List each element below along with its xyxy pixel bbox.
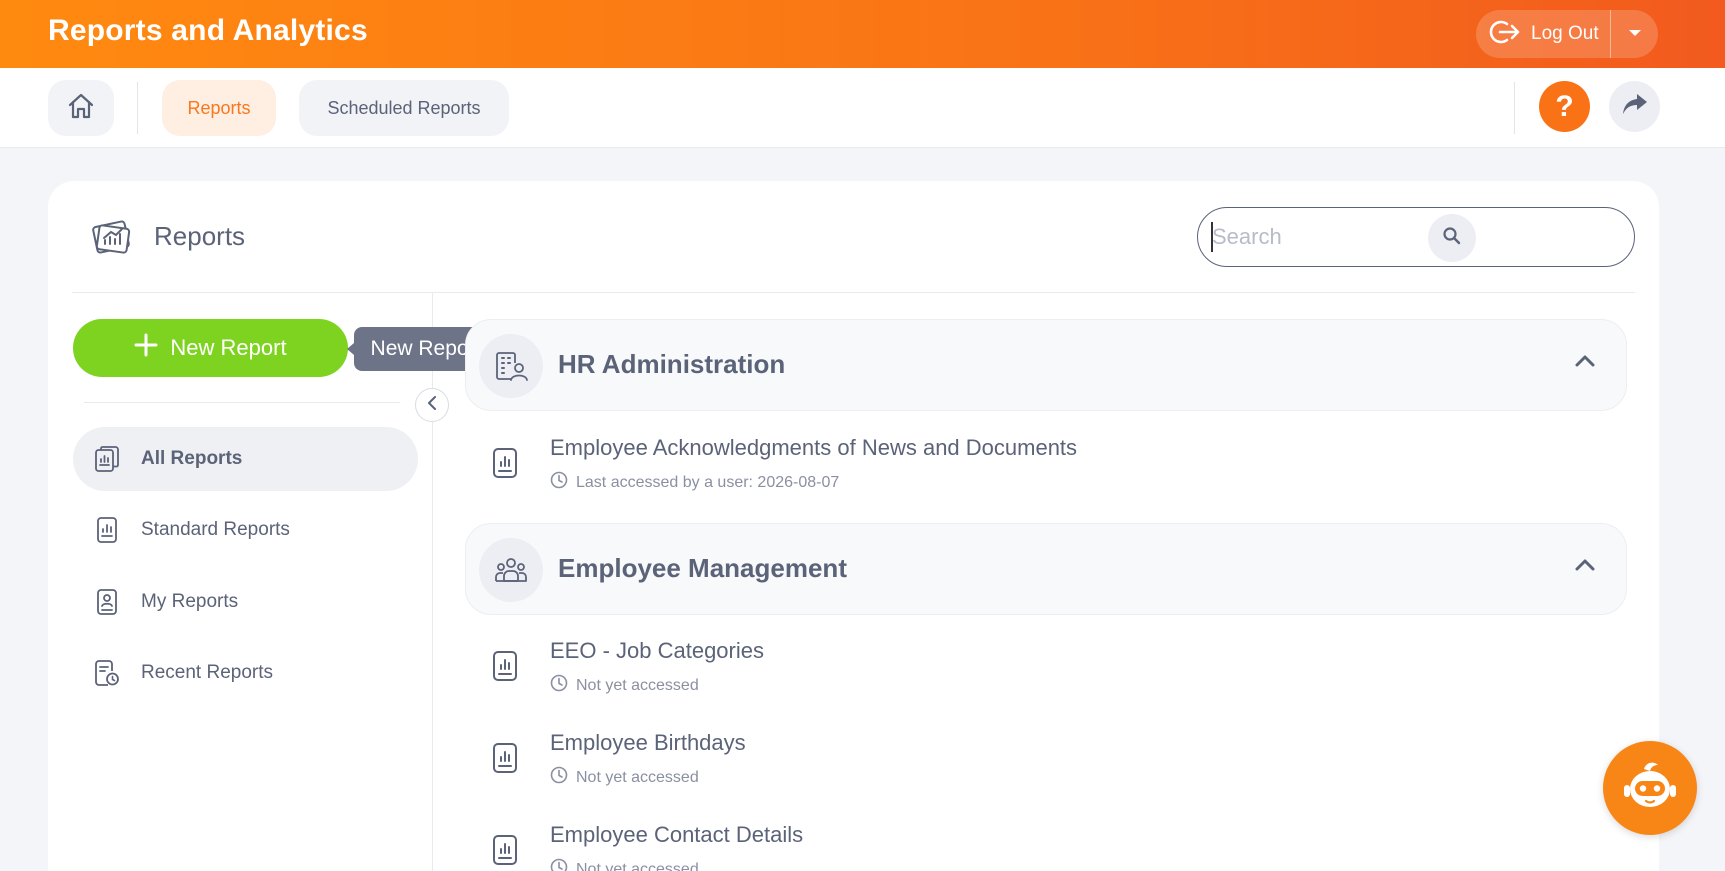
chevron-up-icon[interactable] — [1574, 558, 1596, 577]
report-name: Employee Birthdays — [550, 730, 746, 755]
assistant-bot-button[interactable] — [1603, 741, 1697, 835]
tab-scheduled-reports[interactable]: Scheduled Reports — [299, 80, 509, 136]
group-hr-administration[interactable]: HR Administration — [465, 319, 1627, 411]
logout-dropdown-toggle[interactable] — [1611, 25, 1658, 43]
text-cursor — [1211, 222, 1213, 252]
recent-reports-icon — [87, 659, 127, 687]
clock-icon — [550, 858, 568, 871]
new-report-button[interactable]: New Report — [73, 319, 348, 377]
share-button[interactable] — [1609, 81, 1660, 132]
search-input[interactable] — [1212, 220, 1562, 254]
report-document-icon — [492, 650, 518, 687]
top-bar: Reports and Analytics Log Out — [0, 0, 1725, 68]
header-divider — [72, 292, 1635, 293]
report-meta-text: Not yet accessed — [576, 860, 699, 871]
report-access-info: Not yet accessed — [550, 766, 699, 789]
report-meta-text: Not yet accessed — [576, 676, 699, 694]
new-report-label: New Report — [170, 335, 287, 360]
report-item[interactable]: Employee Birthdays Not yet accessed — [478, 730, 1578, 810]
reports-chart-icon — [90, 217, 134, 262]
my-reports-icon — [87, 588, 127, 616]
clock-icon — [550, 471, 568, 494]
report-access-info: Last accessed by a user: 2026-08-07 — [550, 471, 839, 494]
group-title: Employee Management — [558, 553, 847, 583]
standard-reports-icon — [87, 516, 127, 544]
sidebar-item-label: Recent Reports — [141, 662, 274, 683]
report-document-icon — [492, 447, 518, 484]
search-button[interactable] — [1428, 214, 1476, 262]
people-group-icon — [479, 538, 543, 602]
sidebar-item-label: Standard Reports — [141, 519, 290, 540]
report-name: EEO - Job Categories — [550, 638, 764, 663]
building-user-icon — [479, 334, 543, 398]
chevron-left-icon — [426, 395, 438, 415]
nav-divider — [137, 82, 138, 134]
report-item[interactable]: Employee Acknowledgments of News and Doc… — [478, 435, 1578, 515]
sidebar-separator — [84, 402, 400, 403]
group-employee-management[interactable]: Employee Management — [465, 523, 1627, 615]
clock-icon — [550, 766, 568, 789]
report-document-icon — [492, 742, 518, 779]
sidebar-item-label: All Reports — [141, 448, 243, 469]
sidebar-divider — [432, 293, 433, 871]
chevron-up-icon[interactable] — [1574, 354, 1596, 373]
logout-button[interactable]: Log Out — [1476, 10, 1611, 58]
sidebar-item-all-reports[interactable]: All Reports — [73, 427, 418, 491]
reports-panel: Reports New Report New Report All Report… — [48, 181, 1659, 871]
home-icon — [66, 91, 96, 126]
report-item[interactable]: EEO - Job Categories Not yet accessed — [478, 638, 1578, 718]
logout-label: Log Out — [1531, 23, 1599, 44]
report-document-icon — [492, 834, 518, 871]
app-title: Reports and Analytics — [48, 14, 368, 47]
panel-title: Reports — [154, 221, 246, 251]
nav-divider-right — [1514, 82, 1515, 134]
tab-reports[interactable]: Reports — [162, 80, 276, 136]
sidebar-item-recent-reports[interactable]: Recent Reports — [73, 641, 418, 705]
plus-icon — [134, 333, 158, 363]
question-mark-icon: ? — [1555, 89, 1574, 123]
report-access-info: Not yet accessed — [550, 858, 699, 871]
logout-button-group: Log Out — [1476, 10, 1658, 58]
search-box — [1197, 207, 1635, 267]
report-meta-text: Last accessed by a user: 2026-08-07 — [576, 473, 840, 491]
all-reports-icon — [87, 445, 127, 473]
secondary-nav: Reports Scheduled Reports ? — [0, 68, 1725, 148]
clock-icon — [550, 674, 568, 697]
sidebar-item-my-reports[interactable]: My Reports — [73, 570, 418, 634]
search-icon — [1442, 226, 1462, 251]
report-access-info: Not yet accessed — [550, 674, 699, 697]
report-item[interactable]: Employee Contact Details Not yet accesse… — [478, 822, 1578, 871]
caret-down-icon — [1627, 25, 1643, 43]
sidebar-item-standard-reports[interactable]: Standard Reports — [73, 498, 418, 562]
collapse-sidebar-button[interactable] — [415, 388, 449, 422]
robot-icon — [1620, 757, 1680, 820]
logout-icon — [1489, 19, 1521, 50]
share-arrow-icon — [1621, 92, 1649, 121]
report-name: Employee Contact Details — [550, 822, 804, 847]
report-name: Employee Acknowledgments of News and Doc… — [550, 435, 1078, 460]
home-button[interactable] — [48, 80, 114, 136]
sidebar-item-label: My Reports — [141, 591, 239, 612]
group-title: HR Administration — [558, 349, 786, 379]
report-meta-text: Not yet accessed — [576, 768, 699, 786]
help-button[interactable]: ? — [1539, 81, 1590, 132]
